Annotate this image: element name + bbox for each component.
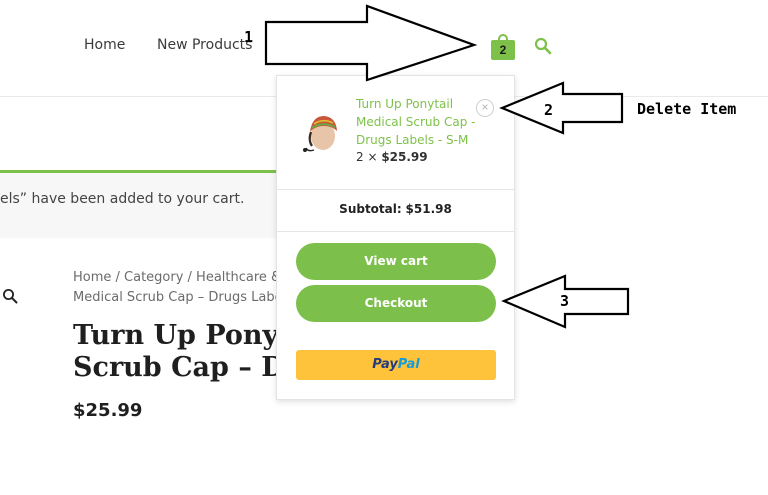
mini-cart-item-name[interactable]: Turn Up Ponytail Medical Scrub Cap - Dru… [356, 95, 484, 149]
nav-category[interactable]: Category ⌄ [280, 37, 357, 53]
product-price: $25.99 [73, 400, 143, 421]
search-icon[interactable] [534, 37, 552, 55]
search-icon[interactable] [2, 288, 18, 304]
mini-cart-divider [277, 189, 514, 190]
chevron-down-icon: ⌄ [347, 39, 358, 52]
chevron-down-icon: ⌄ [448, 39, 458, 52]
mini-cart-dropdown: Turn Up Ponytail Medical Scrub Cap - Dru… [276, 75, 515, 400]
nav-account[interactable]: Account ⌄ [388, 37, 458, 53]
mini-cart-item-qty: 2 × $25.99 [356, 150, 428, 164]
subtotal-label: Subtotal: [339, 202, 402, 216]
cart-bag-icon[interactable]: 2 [491, 34, 515, 60]
paypal-logo-pal: Pal [397, 357, 420, 372]
nav-category-label: Category [280, 37, 344, 53]
nav-home[interactable]: Home [84, 37, 125, 53]
product-thumbnail[interactable] [302, 112, 342, 156]
product-title-line: Turn Up Ponytai [73, 320, 288, 351]
paypal-button[interactable]: PayPal [296, 350, 496, 380]
paypal-logo-pay: Pay [372, 357, 398, 372]
cart-count-badge: 2 [491, 40, 515, 60]
breadcrumb-line[interactable]: Home / Category / Healthcare & Fu [73, 268, 288, 288]
mini-cart-subtotal: Subtotal: $51.98 [277, 202, 514, 216]
checkout-button[interactable]: Checkout [296, 285, 496, 322]
nav-new-products[interactable]: New Products [157, 37, 252, 53]
mini-cart-divider [277, 231, 514, 232]
nav-account-label: Account [388, 37, 445, 53]
breadcrumb-line[interactable]: Medical Scrub Cap – Drugs Labels [73, 288, 288, 308]
subtotal-value: $51.98 [405, 202, 452, 216]
mini-cart-qty-text: 2 × [356, 150, 382, 164]
view-cart-button[interactable]: View cart [296, 243, 496, 280]
breadcrumb: Home / Category / Healthcare & Fu Medica… [73, 268, 288, 308]
mini-cart-item-price: $25.99 [381, 150, 428, 164]
annotation-delete-label: Delete Item [637, 100, 737, 118]
remove-item-close-icon[interactable]: × [476, 99, 494, 117]
nav-home-label: Home [84, 37, 126, 53]
annotation-step-3: 3 [560, 292, 570, 310]
product-title-line: Scrub Cap – Drug [73, 352, 288, 383]
annotation-step-2: 2 [544, 101, 554, 119]
product-title: Turn Up Ponytai Scrub Cap – Drug [73, 320, 288, 384]
cart-notice-text: els” have been added to your cart. [0, 191, 245, 207]
nav-new-products-label: New Products [157, 37, 253, 53]
annotation-arrow-3 [501, 274, 630, 329]
